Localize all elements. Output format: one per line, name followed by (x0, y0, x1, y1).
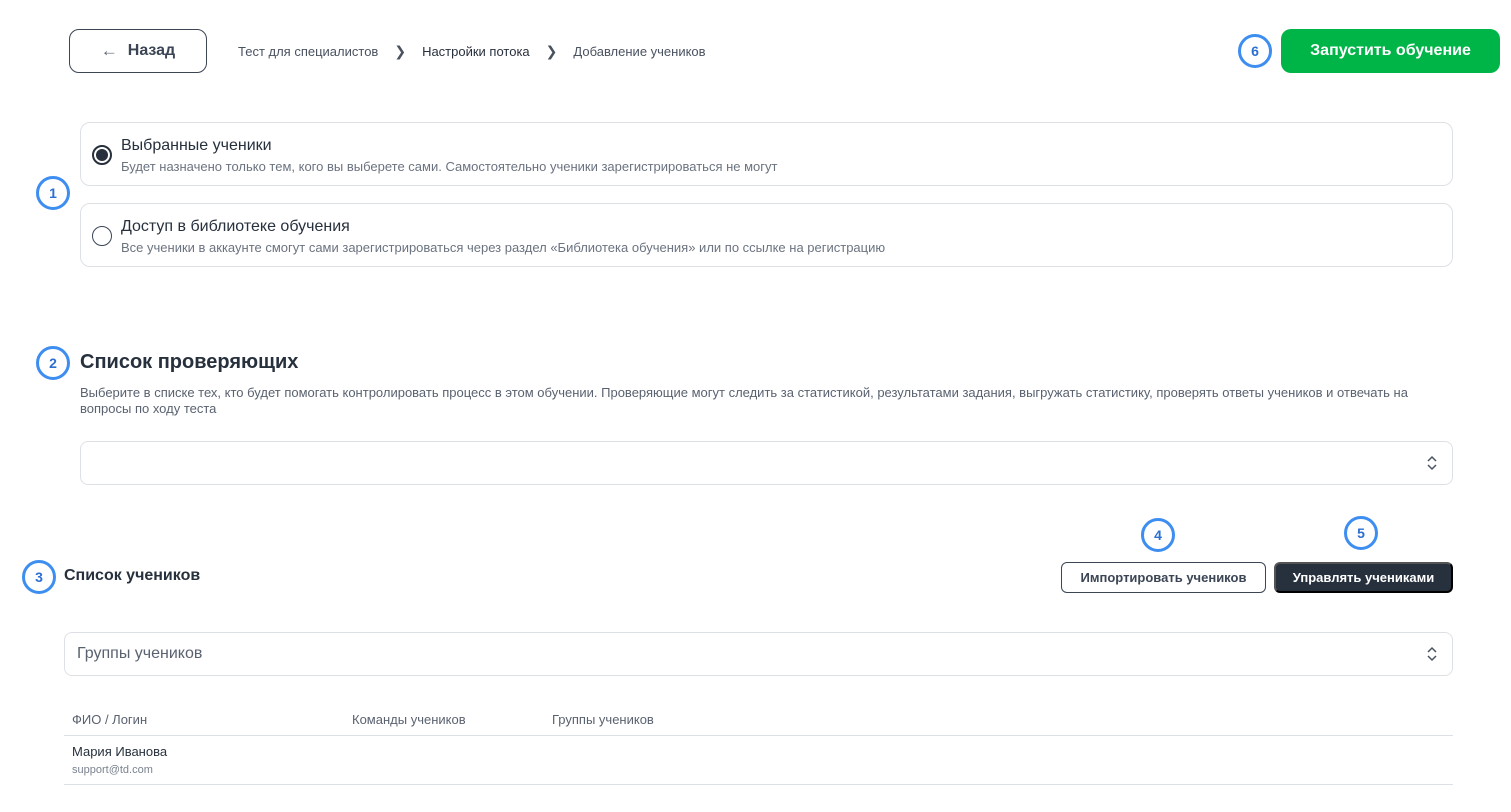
step-marker-2: 2 (36, 346, 70, 380)
student-login: support@td.com (72, 764, 153, 776)
chevron-right-icon: ❯ (394, 43, 407, 59)
column-header-teams[interactable]: Команды учеников (352, 712, 466, 727)
breadcrumb-item-add-students: Добавление учеников (573, 44, 706, 59)
step-marker-1: 1 (36, 176, 70, 210)
radio-library-access[interactable] (92, 226, 112, 246)
chevron-right-icon: ❯ (545, 43, 558, 59)
back-button[interactable]: ← Назад (69, 29, 207, 73)
step-marker-4: 4 (1141, 518, 1175, 552)
option-selected-students[interactable]: Выбранные ученики Будет назначено только… (80, 122, 1453, 186)
step-marker-3: 3 (22, 560, 56, 594)
chevron-up-down-icon (1427, 455, 1437, 471)
option-title: Доступ в библиотеке обучения (121, 218, 350, 235)
arrow-left-icon: ← (100, 41, 118, 60)
option-description: Будет назначено только тем, кого вы выбе… (121, 159, 778, 174)
step-marker-6: 6 (1238, 34, 1272, 68)
reviewers-description: Выберите в списке тех, кто будет помогат… (80, 385, 1408, 416)
manage-students-button[interactable]: Управлять учениками (1274, 562, 1453, 593)
student-groups-placeholder: Группы учеников (77, 645, 203, 662)
table-header: ФИО / Логин Команды учеников Группы учен… (64, 703, 1453, 736)
step-marker-5: 5 (1344, 516, 1378, 550)
breadcrumb: Тест для специалистов ❯ Настройки потока… (238, 43, 706, 60)
option-description: Все ученики в аккаунте смогут сами зарег… (121, 240, 886, 255)
launch-training-button[interactable]: Запустить обучение (1281, 29, 1500, 73)
chevron-up-down-icon (1427, 646, 1437, 662)
students-table: ФИО / Логин Команды учеников Группы учен… (64, 703, 1453, 785)
option-library-access[interactable]: Доступ в библиотеке обучения Все ученики… (80, 203, 1453, 267)
table-row[interactable]: Мария Иванова support@td.com (64, 736, 1453, 785)
student-name: Мария Иванова (72, 744, 168, 759)
radio-selected-students[interactable] (92, 145, 112, 165)
breadcrumb-item-test[interactable]: Тест для специалистов (238, 44, 378, 59)
column-header-name[interactable]: ФИО / Логин (72, 712, 147, 727)
back-button-label: Назад (127, 42, 176, 59)
import-students-button[interactable]: Импортировать учеников (1061, 562, 1266, 593)
breadcrumb-item-stream-settings[interactable]: Настройки потока (422, 44, 530, 59)
student-groups-select[interactable]: Группы учеников (64, 632, 1453, 676)
reviewers-title: Список проверяющих (80, 351, 299, 373)
reviewers-select[interactable] (80, 441, 1453, 485)
column-header-groups[interactable]: Группы учеников (552, 712, 654, 727)
option-title: Выбранные ученики (121, 137, 272, 154)
students-title: Список учеников (64, 567, 201, 584)
